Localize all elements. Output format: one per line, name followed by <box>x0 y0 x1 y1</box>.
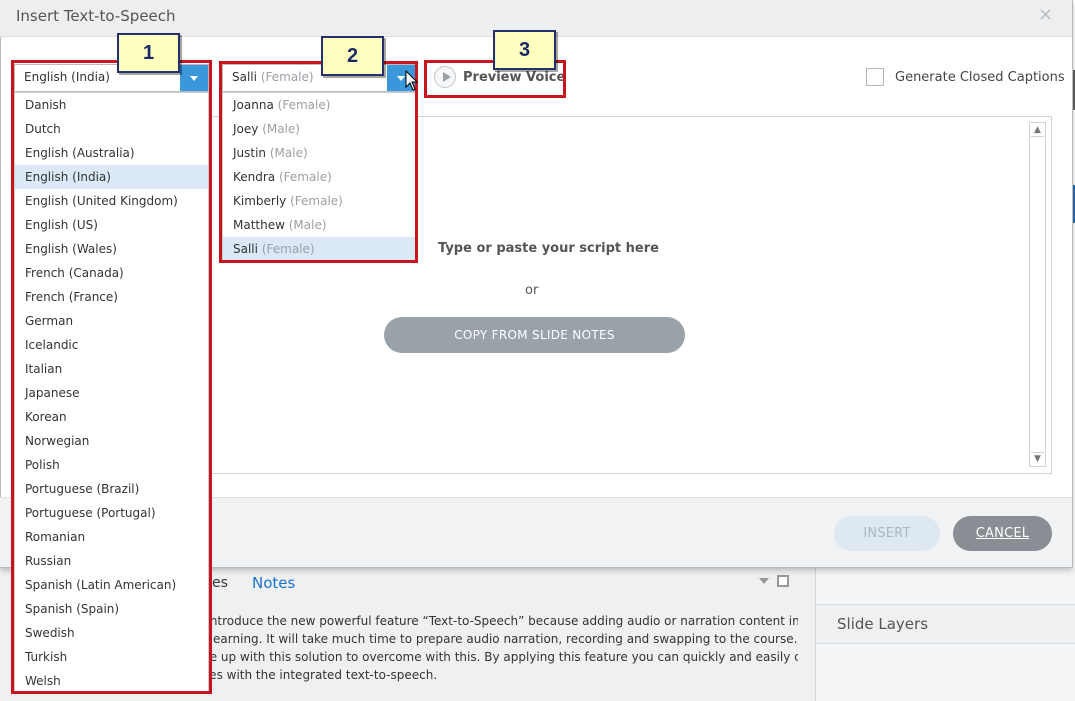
slide-layers-title: Slide Layers <box>837 615 929 633</box>
generate-captions-checkbox[interactable] <box>866 68 884 86</box>
cancel-button[interactable]: CANCEL <box>953 516 1052 551</box>
dialog-title: Insert Text-to-Speech <box>16 7 176 25</box>
callout-badge: 3 <box>493 30 556 70</box>
tab-slide-notes-partial[interactable]: es <box>212 575 228 591</box>
callout-badge: 2 <box>321 36 384 76</box>
notes-text: ) introduce the new powerful feature “Te… <box>198 612 798 684</box>
close-icon[interactable]: × <box>1038 4 1053 25</box>
or-label: or <box>525 283 539 298</box>
tab-notes[interactable]: Notes <box>252 574 295 592</box>
editor-scrollbar[interactable] <box>1029 122 1046 467</box>
insert-button[interactable]: INSERT <box>834 516 940 551</box>
script-placeholder: Type or paste your script here <box>438 241 659 256</box>
highlight-box-voice <box>219 61 418 263</box>
chevron-down-icon[interactable] <box>759 578 769 584</box>
highlight-box-language <box>11 60 212 694</box>
scroll-up-icon[interactable]: ▲ <box>1031 124 1044 137</box>
notes-line: rses with the integrated text-to-speech. <box>198 668 438 682</box>
scroll-down-icon[interactable]: ▼ <box>1031 452 1044 465</box>
notes-line: e-learning. It will take much time to pr… <box>198 632 798 646</box>
copy-from-slide-notes-button[interactable]: COPY FROM SLIDE NOTES <box>384 317 685 353</box>
notes-line: me up with this solution to overcome wit… <box>198 650 798 664</box>
mouse-pointer-icon <box>405 70 419 91</box>
notes-line: ) introduce the new powerful feature “Te… <box>198 614 798 628</box>
restore-window-icon[interactable] <box>777 575 789 587</box>
callout-badge: 1 <box>117 33 180 73</box>
generate-captions-label[interactable]: Generate Closed Captions <box>895 70 1065 85</box>
